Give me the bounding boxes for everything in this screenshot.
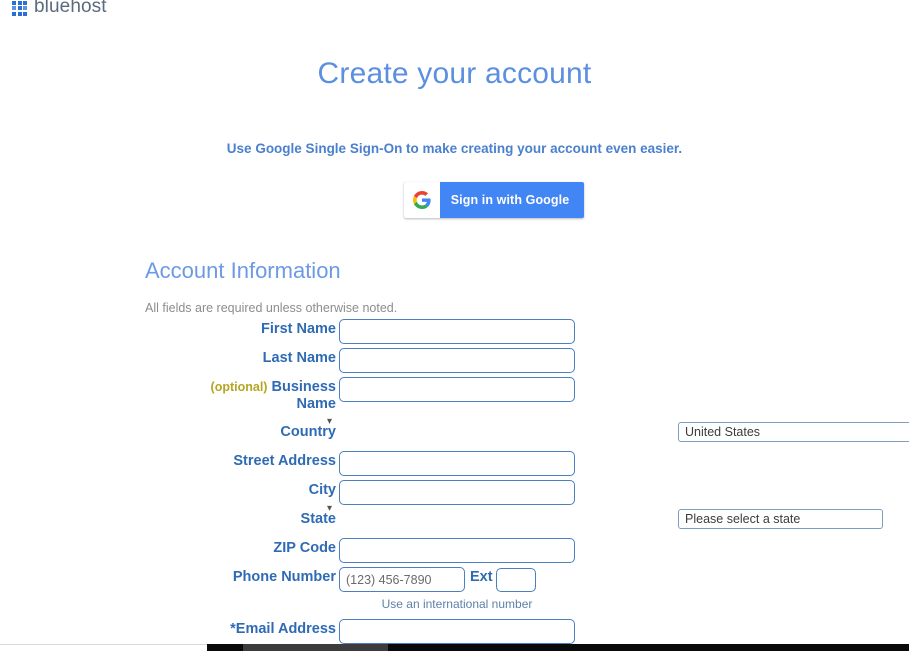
business-name-input[interactable] <box>339 377 575 402</box>
bottom-bar <box>207 644 909 651</box>
grid-squares-icon <box>12 0 27 16</box>
state-select[interactable]: Please select a state <box>678 509 883 529</box>
phone-number-label: Phone Number <box>232 569 336 585</box>
form-row-email: *Email Address <box>0 619 909 647</box>
brand-name: bluehost <box>34 0 107 17</box>
phone-number-input[interactable] <box>339 567 465 592</box>
form-row-zip-code: ZIP Code <box>0 538 909 566</box>
first-name-label: First Name <box>261 321 336 337</box>
email-address-input[interactable] <box>339 619 575 644</box>
city-label: City <box>308 482 336 498</box>
signup-page: bluehost Create your account Use Google … <box>0 0 909 651</box>
first-name-input[interactable] <box>339 319 575 344</box>
street-address-label: Street Address <box>233 453 336 469</box>
sso-note: Use Google Single Sign-On to make creati… <box>226 141 683 156</box>
form-row-intl-link: Use an international number <box>0 595 909 618</box>
page-title: Create your account <box>317 57 592 90</box>
email-address-label: *Email Address <box>230 621 336 637</box>
bottom-bar-segment <box>243 644 388 651</box>
international-number-link[interactable]: Use an international number <box>339 597 575 611</box>
form-row-business-name: (optional) Business Name <box>0 377 909 421</box>
last-name-label: Last Name <box>262 350 336 366</box>
ext-input[interactable] <box>496 568 536 592</box>
form-row-phone-number: Phone Number Ext <box>0 567 909 594</box>
form-row-state: State Please select a state ▾ <box>0 504 909 537</box>
form-row-first-name: First Name <box>0 319 909 347</box>
country-label: Country <box>280 424 336 440</box>
business-name-label: (optional) Business Name <box>186 379 336 413</box>
google-button-label: Sign in with Google <box>450 193 570 207</box>
zip-code-label: ZIP Code <box>273 540 336 556</box>
ext-label: Ext <box>470 569 493 585</box>
account-information-note: All fields are required unless otherwise… <box>145 301 398 315</box>
state-label: State <box>300 511 336 527</box>
form-row-city: City <box>0 480 909 508</box>
form-row-street-address: Street Address <box>0 451 909 479</box>
account-form: First Name Last Name (optional) Business… <box>0 319 909 651</box>
last-name-input[interactable] <box>339 348 575 373</box>
google-g-icon <box>404 182 440 218</box>
zip-code-input[interactable] <box>339 538 575 563</box>
form-row-last-name: Last Name <box>0 348 909 376</box>
business-name-label-text: Business Name <box>271 379 336 412</box>
account-information-heading: Account Information <box>145 258 341 283</box>
brand-logo[interactable]: bluehost <box>12 0 107 18</box>
sign-in-with-google-button[interactable]: Sign in with Google <box>404 182 584 218</box>
bottom-divider <box>0 644 207 645</box>
form-row-country: Country United States ▾ <box>0 417 909 450</box>
business-name-optional-tag: (optional) <box>210 380 268 394</box>
street-address-input[interactable] <box>339 451 575 476</box>
country-select[interactable]: United States <box>678 422 909 442</box>
city-input[interactable] <box>339 480 575 505</box>
